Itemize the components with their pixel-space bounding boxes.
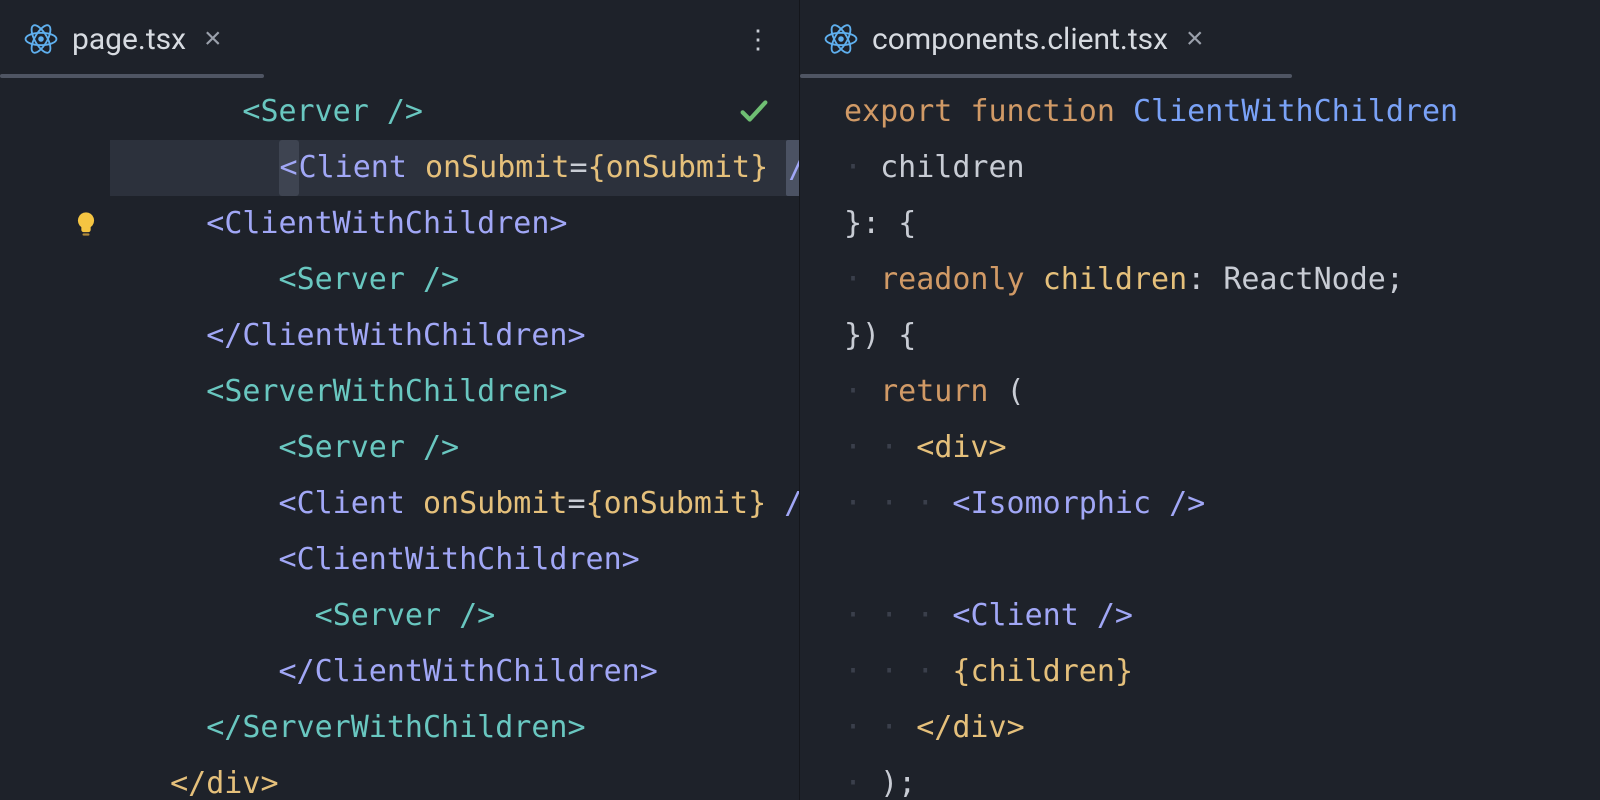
code-line[interactable]: <Client onSubmit={onSubmit} /> (110, 140, 799, 196)
code-line[interactable]: }) { (820, 308, 1600, 364)
code-line[interactable]: </div> (110, 756, 799, 800)
code-line[interactable]: · · · <Isomorphic /> (820, 476, 1600, 532)
code-line[interactable]: <Client onSubmit={onSubmit} /> (110, 476, 799, 532)
code-body[interactable]: export function ClientWithChildren· chil… (820, 78, 1600, 800)
status-check-icon (737, 94, 771, 128)
code-line[interactable]: · return ( (820, 364, 1600, 420)
tab-bar: components.client.tsx × (800, 0, 1600, 78)
code-line[interactable]: export function ClientWithChildren (820, 84, 1600, 140)
code-line[interactable]: <Server /> (110, 420, 799, 476)
code-editor-left[interactable]: <Server /> <Client onSubmit={onSubmit} /… (0, 78, 799, 800)
tab-page-tsx[interactable]: page.tsx × (8, 0, 248, 78)
code-line[interactable]: · · · {children} (820, 644, 1600, 700)
code-line[interactable]: <ClientWithChildren> (110, 532, 799, 588)
code-line[interactable]: </ClientWithChildren> (110, 308, 799, 364)
more-actions-icon[interactable]: ⋮ (727, 24, 791, 55)
code-line[interactable]: · · <div> (820, 420, 1600, 476)
editor-pane-left: page.tsx × ⋮ <Server /> <Client onSubmit… (0, 0, 800, 800)
gutter (800, 78, 820, 800)
code-line[interactable]: <Server /> (110, 588, 799, 644)
code-line[interactable]: · children (820, 140, 1600, 196)
code-body[interactable]: <Server /> <Client onSubmit={onSubmit} /… (110, 78, 799, 800)
code-line[interactable]: <Server /> (110, 84, 799, 140)
editor-pane-right: components.client.tsx × export function … (800, 0, 1600, 800)
code-line[interactable]: }: { (820, 196, 1600, 252)
code-editor-right[interactable]: export function ClientWithChildren· chil… (800, 78, 1600, 800)
code-line[interactable]: · · · <Client /> (820, 588, 1600, 644)
code-line[interactable]: · ); (820, 756, 1600, 800)
code-line[interactable]: <ClientWithChildren> (110, 196, 799, 252)
react-icon (24, 22, 58, 56)
code-line[interactable] (820, 532, 1600, 588)
tab-filename: page.tsx (72, 22, 186, 57)
gutter (0, 78, 110, 800)
close-icon[interactable]: × (200, 24, 226, 54)
code-line[interactable]: · readonly children: ReactNode; (820, 252, 1600, 308)
tab-filename: components.client.tsx (872, 22, 1168, 57)
code-line[interactable]: <Server /> (110, 252, 799, 308)
code-line[interactable]: </ClientWithChildren> (110, 644, 799, 700)
close-icon[interactable]: × (1182, 24, 1208, 54)
code-line[interactable]: <ServerWithChildren> (110, 364, 799, 420)
tab-bar: page.tsx × ⋮ (0, 0, 799, 78)
react-icon (824, 22, 858, 56)
code-line[interactable]: </ServerWithChildren> (110, 700, 799, 756)
editor-workspace: page.tsx × ⋮ <Server /> <Client onSubmit… (0, 0, 1600, 800)
lightbulb-icon[interactable] (0, 196, 110, 252)
tab-components-client-tsx[interactable]: components.client.tsx × (808, 0, 1230, 78)
code-line[interactable]: · · </div> (820, 700, 1600, 756)
